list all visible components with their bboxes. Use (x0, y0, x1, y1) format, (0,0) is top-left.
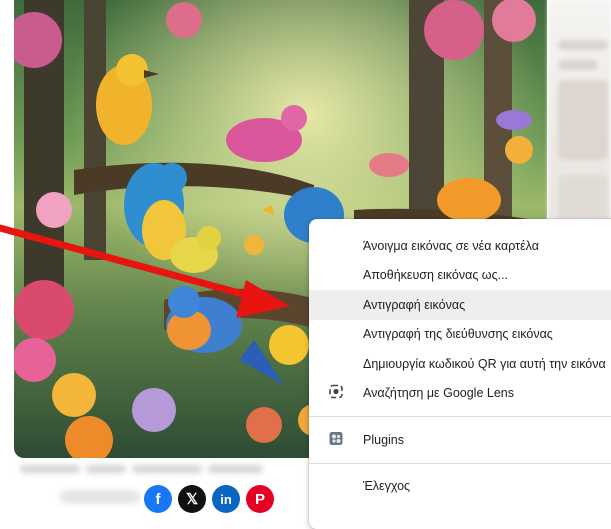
menu-inspect[interactable]: Έλεγχος (309, 472, 611, 502)
linkedin-share-button[interactable]: in (212, 485, 240, 513)
image-caption-blurred (20, 460, 305, 478)
menu-item-label: Έλεγχος (363, 479, 411, 494)
linkedin-icon: in (220, 491, 232, 507)
menu-open-image-new-tab[interactable]: Άνοιγμα εικόνας σε νέα καρτέλα (309, 231, 611, 261)
menu-separator (309, 416, 611, 417)
menu-search-google-lens[interactable]: Αναζήτηση με Google Lens (309, 379, 611, 409)
menu-copy-image-address[interactable]: Αντιγραφή της διεύθυνσης εικόνας (309, 320, 611, 350)
context-menu: Άνοιγμα εικόνας σε νέα καρτέλα Αποθήκευσ… (309, 219, 611, 529)
menu-item-label: Άνοιγμα εικόνας σε νέα καρτέλα (363, 238, 539, 253)
puzzle-plugin-icon (329, 431, 343, 448)
menu-item-label: Αναζήτηση με Google Lens (363, 386, 514, 401)
pinterest-icon: P (254, 490, 265, 508)
social-share-bar: f 𝕏 in P (144, 485, 274, 513)
share-label-blurred (60, 490, 140, 504)
menu-separator (309, 462, 611, 464)
x-share-button[interactable]: 𝕏 (178, 485, 206, 513)
facebook-share-button[interactable]: f (144, 485, 172, 513)
menu-plugins[interactable]: Plugins (309, 425, 611, 455)
menu-item-label: Plugins (363, 432, 404, 447)
google-lens-icon (329, 384, 343, 402)
menu-save-image-as[interactable]: Αποθήκευση εικόνας ως... (309, 261, 611, 291)
menu-create-qr-code[interactable]: Δημιουργία κωδικού QR για αυτή την εικόν… (309, 349, 611, 379)
menu-copy-image[interactable]: Αντιγραφή εικόνας (309, 290, 611, 320)
menu-item-label: Αντιγραφή της διεύθυνσης εικόνας (363, 327, 553, 342)
menu-item-label: Αντιγραφή εικόνας (363, 297, 466, 312)
menu-item-label: Αποθήκευση εικόνας ως... (363, 268, 509, 283)
facebook-icon: f (155, 490, 161, 508)
pinterest-share-button[interactable]: P (246, 485, 274, 513)
x-icon: 𝕏 (185, 490, 199, 508)
menu-item-label: Δημιουργία κωδικού QR για αυτή την εικόν… (363, 356, 606, 371)
